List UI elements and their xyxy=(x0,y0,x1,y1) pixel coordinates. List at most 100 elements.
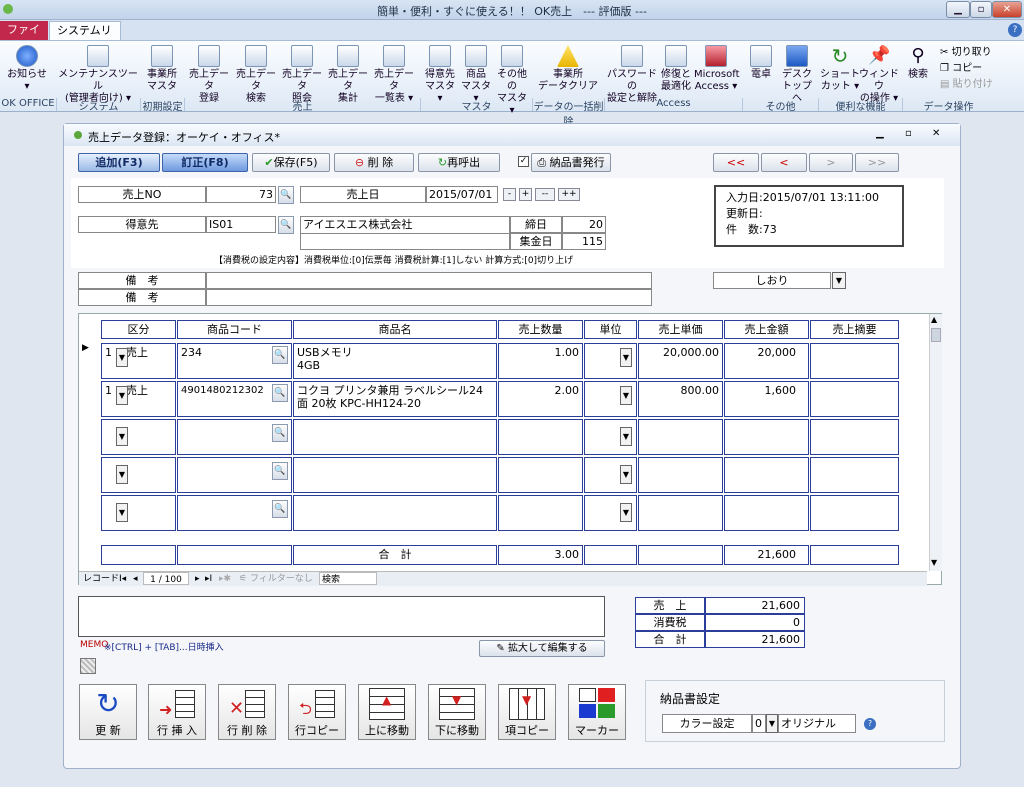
cut-button[interactable]: ✂ 切り取り xyxy=(940,45,993,61)
sales-no-lookup-icon[interactable]: 🔍 xyxy=(278,186,294,204)
ribbon-shortcut-button[interactable]: ↻ ショート カット ▾ xyxy=(820,45,860,93)
table-row[interactable] xyxy=(293,419,497,455)
ribbon-sales-inquiry-button[interactable]: 売上データ 照会 xyxy=(279,45,325,105)
tab-file[interactable]: ファイル xyxy=(0,21,48,54)
first-record-icon[interactable]: I◂ xyxy=(119,572,126,586)
table-row[interactable] xyxy=(101,419,176,455)
table-row[interactable] xyxy=(638,419,723,455)
ribbon-sales-entry-button[interactable]: 売上データ 登録 xyxy=(186,45,232,105)
minimize-button[interactable]: ▁ xyxy=(946,1,970,18)
chevron-down-icon[interactable]: ▼ xyxy=(832,272,846,289)
table-row[interactable] xyxy=(498,419,583,455)
maximize-button[interactable]: ▫ xyxy=(970,1,992,18)
chevron-down-icon[interactable]: ▼ xyxy=(620,465,632,484)
recall-button[interactable]: ↻再呼出 xyxy=(418,153,500,172)
help-icon[interactable]: ? xyxy=(864,718,876,730)
next-record-icon[interactable]: ▸ xyxy=(195,572,200,586)
ribbon-office-master-button[interactable]: 事業所 マスタ xyxy=(142,45,182,93)
table-row[interactable] xyxy=(810,457,899,493)
ribbon-password-button[interactable]: パスワードの 設定と解除 xyxy=(606,45,658,105)
add-button[interactable]: 追加(F3) xyxy=(78,153,160,172)
sales-date-field[interactable]: 2015/07/01 xyxy=(426,186,498,203)
chevron-down-icon[interactable]: ▼ xyxy=(620,427,632,446)
sales-no-field[interactable]: 73 xyxy=(206,186,276,203)
product-lookup-icon[interactable]: 🔍 xyxy=(272,384,288,402)
record-search-field[interactable]: 検索 xyxy=(319,572,377,585)
table-row[interactable] xyxy=(638,495,723,531)
scrollbar-thumb[interactable] xyxy=(931,328,941,342)
date-minus2-button[interactable]: -- xyxy=(535,188,555,201)
edit-button[interactable]: 訂正(F8) xyxy=(162,153,248,172)
table-row[interactable] xyxy=(101,495,176,531)
record-position-field[interactable]: 1 / 100 xyxy=(143,572,189,585)
table-row[interactable] xyxy=(498,457,583,493)
vertical-scrollbar[interactable]: ▲ ▼ xyxy=(929,314,942,571)
close-button[interactable]: ✕ xyxy=(992,1,1022,18)
table-row[interactable] xyxy=(293,495,497,531)
table-row-1-price[interactable]: 20,000.00 xyxy=(638,343,723,379)
date-minus-button[interactable]: - xyxy=(503,188,516,201)
move-up-button[interactable]: ▲ 上に移動 xyxy=(358,684,416,740)
chevron-down-icon[interactable]: ▼ xyxy=(766,714,778,733)
ribbon-data-clear-button[interactable]: 事業所 データクリア xyxy=(538,45,598,93)
table-row-2-qty[interactable]: 2.00 xyxy=(498,381,583,417)
tab-system-ribbon[interactable]: システムリボン xyxy=(49,21,121,55)
window-minimize-button[interactable]: ▁ xyxy=(876,128,884,139)
table-row[interactable] xyxy=(724,419,809,455)
product-lookup-icon[interactable]: 🔍 xyxy=(272,424,288,442)
ribbon-window-button[interactable]: 📌 ウィンドウ の操作 ▾ xyxy=(858,45,900,105)
product-lookup-icon[interactable]: 🔍 xyxy=(272,346,288,364)
remarks2-field[interactable] xyxy=(206,289,652,306)
prev-record-icon[interactable]: ◂ xyxy=(133,572,138,586)
product-lookup-icon[interactable]: 🔍 xyxy=(272,500,288,518)
move-down-button[interactable]: ▼ 下に移動 xyxy=(428,684,486,740)
table-row-2-price[interactable]: 800.00 xyxy=(638,381,723,417)
color-setting-value[interactable]: 0 xyxy=(752,714,766,733)
chevron-down-icon[interactable]: ▼ xyxy=(116,503,128,522)
table-row-1-kubun[interactable]: 1 売上 xyxy=(101,343,176,379)
chevron-down-icon[interactable]: ▼ xyxy=(620,386,632,405)
chevron-down-icon[interactable]: ▼ xyxy=(620,503,632,522)
table-row-2-memo[interactable] xyxy=(810,381,899,417)
filter-icon[interactable]: ⚟ フィルターなし xyxy=(239,572,313,586)
deliver-button[interactable]: ⎙ 納品書発行 xyxy=(531,153,611,172)
table-row[interactable] xyxy=(638,457,723,493)
scroll-down-icon[interactable]: ▼ xyxy=(931,558,937,567)
table-row-1-memo[interactable] xyxy=(810,343,899,379)
window-restore-button[interactable]: ▫ xyxy=(905,128,912,139)
table-row[interactable] xyxy=(810,419,899,455)
table-row-2-amount[interactable]: 1,600 xyxy=(724,381,809,417)
table-row-1-qty[interactable]: 1.00 xyxy=(498,343,583,379)
table-row[interactable] xyxy=(724,495,809,531)
ribbon-sales-search-button[interactable]: 売上データ 検索 xyxy=(233,45,279,105)
copy-item-button[interactable]: ▼ 項コピー xyxy=(498,684,556,740)
help-icon[interactable]: ? xyxy=(1008,23,1022,37)
customer-code-field[interactable]: IS01 xyxy=(206,216,276,233)
ribbon-sales-list-button[interactable]: 売上データ 一覧表 ▾ xyxy=(371,45,417,105)
chevron-down-icon[interactable]: ▼ xyxy=(116,427,128,446)
chevron-down-icon[interactable]: ▼ xyxy=(116,386,128,405)
table-row[interactable] xyxy=(101,457,176,493)
copy-button[interactable]: ❐ コピー xyxy=(940,61,993,77)
table-row-1-name[interactable]: USBメモリ 4GB xyxy=(293,343,497,379)
expand-edit-button[interactable]: ✎ 拡大して編集する xyxy=(479,640,605,657)
customer-lookup-icon[interactable]: 🔍 xyxy=(278,216,294,234)
chevron-down-icon[interactable]: ▼ xyxy=(116,348,128,367)
scroll-up-icon[interactable]: ▲ xyxy=(931,315,937,324)
marker-button[interactable]: マーカー xyxy=(568,684,626,740)
table-row-2-kubun[interactable]: 1 売上 xyxy=(101,381,176,417)
memo-field[interactable] xyxy=(78,596,605,637)
ribbon-maintenance-button[interactable]: メンテナンスツール (管理者向け) ▾ xyxy=(56,45,140,105)
remarks1-field[interactable] xyxy=(206,272,652,289)
last-record-button[interactable]: >> xyxy=(855,153,899,172)
next-record-button[interactable]: > xyxy=(809,153,853,172)
table-row[interactable] xyxy=(498,495,583,531)
ribbon-repair-button[interactable]: 修復と 最適化 xyxy=(658,45,694,93)
new-record-icon[interactable]: ▸✱ xyxy=(219,572,231,586)
table-row-2-name[interactable]: コクヨ プリンタ兼用 ラベルシール24面 20枚 KPC-HH124-20 xyxy=(293,381,497,417)
ribbon-search-button[interactable]: ⚲ 検索 xyxy=(904,45,932,81)
update-button[interactable]: ↻ 更 新 xyxy=(79,684,137,740)
date-plus-button[interactable]: + xyxy=(519,188,532,201)
paste-button[interactable]: ▤ 貼り付け xyxy=(940,77,993,93)
copy-row-button[interactable]: ⮌ 行コピー xyxy=(288,684,346,740)
